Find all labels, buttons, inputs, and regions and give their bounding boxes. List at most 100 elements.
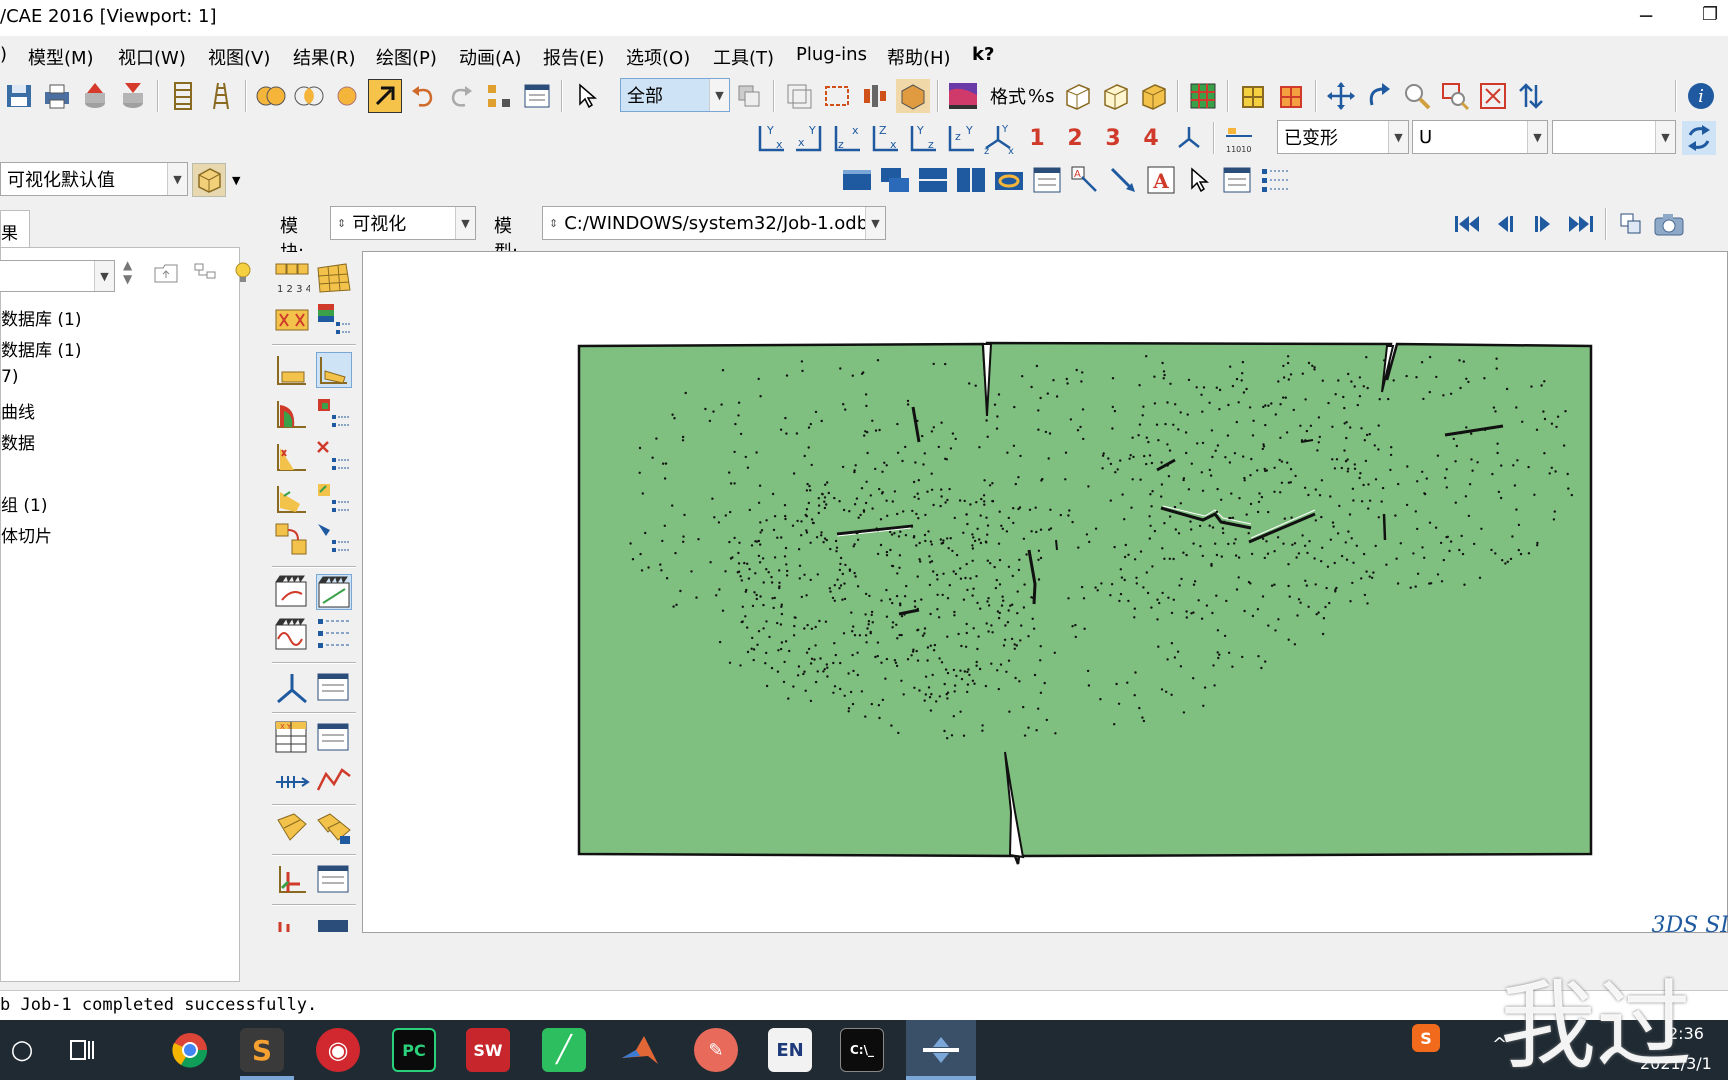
tree-item-odb-databases[interactable]: 数据库 (1) [1,305,81,330]
probe-icon[interactable] [858,79,892,113]
field-output-component-combo[interactable]: ▼ [1552,120,1676,154]
field-output-variable-combo[interactable]: U ▼ [1412,120,1548,154]
visualization-defaults-combo[interactable]: 可视化默认值 ▼ [0,162,188,196]
info-icon[interactable]: i [1684,79,1718,113]
menu-item-view[interactable]: 视图(V) [208,44,270,70]
right-view-icon[interactable]: zY [944,121,978,155]
mesh-icon[interactable] [1186,79,1220,113]
chevron-down-icon[interactable]: ▼ [865,207,885,239]
allow-multiple-plot-states-icon[interactable] [274,522,310,558]
tab-results[interactable]: 果 [0,210,30,248]
solidworks-icon[interactable]: SW [466,1028,510,1072]
tree-item-display-groups[interactable]: 组 (1) [1,491,47,516]
print-icon[interactable] [40,79,74,113]
task-view-icon[interactable] [60,1028,104,1072]
plot-material-orientations-icon[interactable] [274,482,310,518]
menu-item-model[interactable]: 模型(M) [28,44,94,70]
list-options-icon[interactable] [1258,163,1292,197]
create-xy-data-triad-icon[interactable] [274,670,310,706]
table-icon[interactable] [520,79,554,113]
menu-item-animate[interactable]: 动画(A) [459,44,521,70]
matlab-icon[interactable] [618,1028,662,1072]
cube-shaded-icon[interactable] [1136,79,1170,113]
terminal-icon[interactable]: C:\_ [840,1028,884,1072]
menu-item-plot[interactable]: 绘图(P) [376,44,437,70]
first-frame-icon[interactable] [1450,207,1484,241]
tree-item-view-cuts[interactable]: 体切片 [1,522,52,547]
plot-contours-icon[interactable] [274,397,310,433]
arrow-annotation-icon[interactable] [1106,163,1140,197]
cube-hidden-icon[interactable] [1098,79,1132,113]
plot-deformed-shape-icon[interactable] [316,352,352,388]
copy-viewport-icon[interactable] [1614,207,1648,241]
sphere-icon[interactable] [330,79,364,113]
menu-item-result[interactable]: 结果(R) [293,44,356,70]
annotation-manager-icon[interactable] [1030,163,1064,197]
step-frame-icon[interactable]: 11010 [1222,121,1256,155]
pick-arrow-icon[interactable] [368,79,402,113]
next-frame-icon[interactable] [1526,207,1560,241]
ladder-icon[interactable] [204,79,238,113]
box-zoom-icon[interactable] [820,79,854,113]
chevron-down-icon[interactable]: ▼ [1527,121,1547,153]
material-orientation-options-icon[interactable] [316,482,352,518]
select-annotation-icon[interactable] [1182,163,1216,197]
minimize-button[interactable]: ─ [1640,4,1652,28]
rotate-icon[interactable] [1362,79,1396,113]
back-view-icon[interactable]: Yx [792,121,826,155]
sogou-ime-icon[interactable]: S [1412,1024,1440,1052]
pycharm-icon[interactable]: PC [392,1028,436,1072]
animate-scale-factor-icon[interactable] [274,574,310,610]
partial-tool-icon[interactable] [316,912,352,932]
create-path-icon[interactable] [274,762,310,798]
search-icon[interactable]: ○ [0,1028,44,1072]
menu-item-tools[interactable]: 工具(T) [713,44,774,70]
bottom-view-icon[interactable]: Zx [868,121,902,155]
iso-view-icon[interactable]: Yzx [982,121,1016,155]
chevron-down-icon[interactable]: ▼ [709,79,729,111]
viewport-cascade-icon[interactable] [878,163,912,197]
viewport-single-icon[interactable] [840,163,874,197]
csys-2-button[interactable]: 2 [1058,121,1092,155]
spin-updown-icon[interactable]: ▲ ▼ [123,258,132,286]
select-cursor-icon[interactable] [570,79,604,113]
last-frame-icon[interactable] [1564,207,1598,241]
xy-curve-icon[interactable] [316,762,352,798]
cube-wire-icon[interactable] [1060,79,1094,113]
csys-3-button[interactable]: 3 [1096,121,1130,155]
render-cube-icon[interactable] [192,163,226,197]
free-body-cut-icon[interactable] [274,862,310,898]
chevron-down-icon[interactable]: ▼ [1388,121,1408,153]
chevron-down-icon[interactable]: ▼ [94,261,114,291]
chevron-down-icon[interactable]: ▼ [1655,121,1675,153]
tree-filter-combo[interactable]: ▼ [0,260,115,292]
menu-item-file[interactable]: ) [0,44,7,65]
module-combo[interactable]: ⇕ 可视化 ▼ [330,206,476,240]
viewport-link-icon[interactable] [992,163,1026,197]
refresh-icon[interactable] [1682,121,1716,155]
animation-options-icon[interactable] [316,617,352,653]
tree-expand-icon[interactable] [193,262,219,289]
left-view-icon[interactable]: Yz [906,121,940,155]
import-icon[interactable] [78,79,112,113]
text-annotation-icon[interactable]: A [1144,163,1178,197]
boolean-union-icon[interactable] [254,79,288,113]
box-zoom-view-icon[interactable] [1438,79,1472,113]
render-part-icon[interactable] [896,79,930,113]
export-icon[interactable] [116,79,150,113]
save-icon[interactable] [2,79,36,113]
symbol-plot-options-icon[interactable] [316,440,352,476]
view-cut-options-icon[interactable] [316,810,352,846]
contour-plot-options-icon[interactable] [316,397,352,433]
superimpose-options-icon[interactable] [316,522,352,558]
boolean-intersect-icon[interactable] [292,79,326,113]
plot-symbols-icon[interactable] [274,440,310,476]
whats-this-button[interactable]: k? [972,44,994,65]
zoom-icon[interactable] [1400,79,1434,113]
annotation-options-icon[interactable] [1220,163,1254,197]
ruler-icon[interactable] [166,79,200,113]
format-value[interactable]: %s [1028,86,1054,107]
undo-icon[interactable] [406,79,440,113]
netease-music-icon[interactable]: ◉ [316,1028,360,1072]
text-arrow-icon[interactable]: A [1068,163,1102,197]
